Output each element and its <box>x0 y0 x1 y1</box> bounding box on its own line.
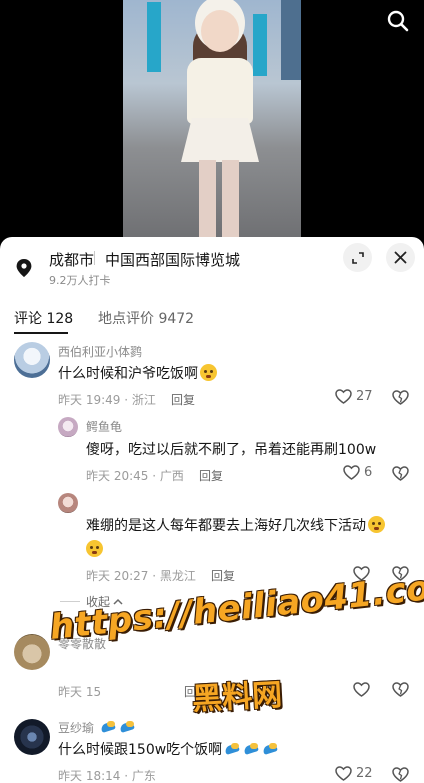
tab-comments[interactable]: 评论 128 <box>14 308 73 328</box>
bird-icon <box>261 742 279 756</box>
person-sweater <box>187 58 253 124</box>
person-skirt <box>181 118 259 162</box>
comment-text: 什么时候和沪爷吃饭啊 <box>58 362 217 386</box>
dislike-button[interactable] <box>392 767 409 783</box>
avatar[interactable] <box>58 493 78 513</box>
broken-heart-icon <box>392 466 409 481</box>
comment-text: 什么时候跟150w吃个饭啊 <box>58 738 279 762</box>
avatar[interactable] <box>14 719 50 755</box>
comment-username-text[interactable]: 豆纱瑜 <box>58 721 94 735</box>
banner-flag <box>253 14 267 76</box>
close-button[interactable] <box>386 243 415 272</box>
comment-username: 豆纱瑜 <box>58 719 136 736</box>
dislike-button[interactable] <box>392 466 409 485</box>
person-head <box>201 10 239 52</box>
reply-button[interactable]: 回复 <box>171 391 195 408</box>
heart-icon <box>353 682 370 697</box>
like-count: 27 <box>356 389 373 404</box>
like-count: 6 <box>364 465 373 480</box>
comment-meta: 昨天 20:27 · 黑龙江 <box>86 569 196 583</box>
divider <box>94 251 95 265</box>
active-tab-indicator <box>14 332 68 334</box>
heart-icon <box>335 766 352 781</box>
like-button[interactable] <box>353 682 370 697</box>
location-venue[interactable]: 中国西部国际博览城 <box>105 249 240 270</box>
like-button[interactable]: 6 <box>343 465 372 480</box>
dislike-button[interactable] <box>392 682 409 701</box>
video-player[interactable] <box>0 0 424 238</box>
banner-flag <box>147 2 161 72</box>
checkin-count: 9.2万人打卡 <box>49 274 111 287</box>
location-city[interactable]: 成都市 <box>49 249 94 270</box>
comment-text-body: 什么时候和沪爷吃饭啊 <box>58 366 198 382</box>
close-icon <box>394 251 407 264</box>
watermark-name: 黑料网 <box>191 677 284 718</box>
broken-heart-icon <box>392 390 409 405</box>
dog-icon <box>99 720 117 734</box>
avatar[interactable] <box>58 417 78 437</box>
expand-button[interactable] <box>343 243 372 272</box>
like-button[interactable]: 27 <box>335 389 373 404</box>
bird-icon <box>223 742 241 756</box>
dislike-button[interactable] <box>392 390 409 409</box>
comment-username[interactable]: 鳄鱼龟 <box>86 418 122 435</box>
comment-username[interactable]: 西伯利亚小体鹨 <box>58 343 142 360</box>
location-pin-icon <box>16 259 32 277</box>
avatar[interactable] <box>14 634 50 670</box>
background-building <box>281 0 301 80</box>
comment-meta: 昨天 19:49 · 浙江 <box>58 393 156 407</box>
crying-face-icon <box>200 364 217 381</box>
divider <box>60 601 80 602</box>
comment-meta: 昨天 20:45 · 广西 <box>86 469 184 483</box>
bird-icon <box>242 742 260 756</box>
broken-heart-icon <box>392 682 409 697</box>
comment-text-body: 难绷的是这人每年都要去上海好几次线下活动 <box>86 518 366 534</box>
broken-heart-icon <box>392 767 409 782</box>
heart-icon <box>335 389 352 404</box>
reply-button[interactable]: 回复 <box>199 467 223 484</box>
comment-meta: 昨天 18:14 · 广东 <box>58 769 156 783</box>
pleading-face-icon <box>86 540 103 557</box>
avatar[interactable] <box>14 342 50 378</box>
pleading-face-icon <box>368 516 385 533</box>
reply-button[interactable]: 回复 <box>211 567 235 584</box>
comment-text: 傻呀，吃过以后就不刷了，吊着还能再刷100w <box>86 442 377 458</box>
person-legs <box>199 160 239 238</box>
search-icon[interactable] <box>386 9 410 33</box>
like-count: 22 <box>356 766 373 781</box>
heart-icon <box>343 465 360 480</box>
fish-icon <box>118 720 136 734</box>
video-frame[interactable] <box>123 0 301 238</box>
comment-text-body: 什么时候跟150w吃个饭啊 <box>58 742 223 758</box>
tab-location-reviews[interactable]: 地点评价 9472 <box>98 308 194 328</box>
expand-icon <box>351 251 364 264</box>
like-button[interactable]: 22 <box>335 766 373 781</box>
comment-text: 难绷的是这人每年都要去上海好几次线下活动 <box>86 514 404 562</box>
comment-meta: 昨天 15 <box>58 685 102 699</box>
